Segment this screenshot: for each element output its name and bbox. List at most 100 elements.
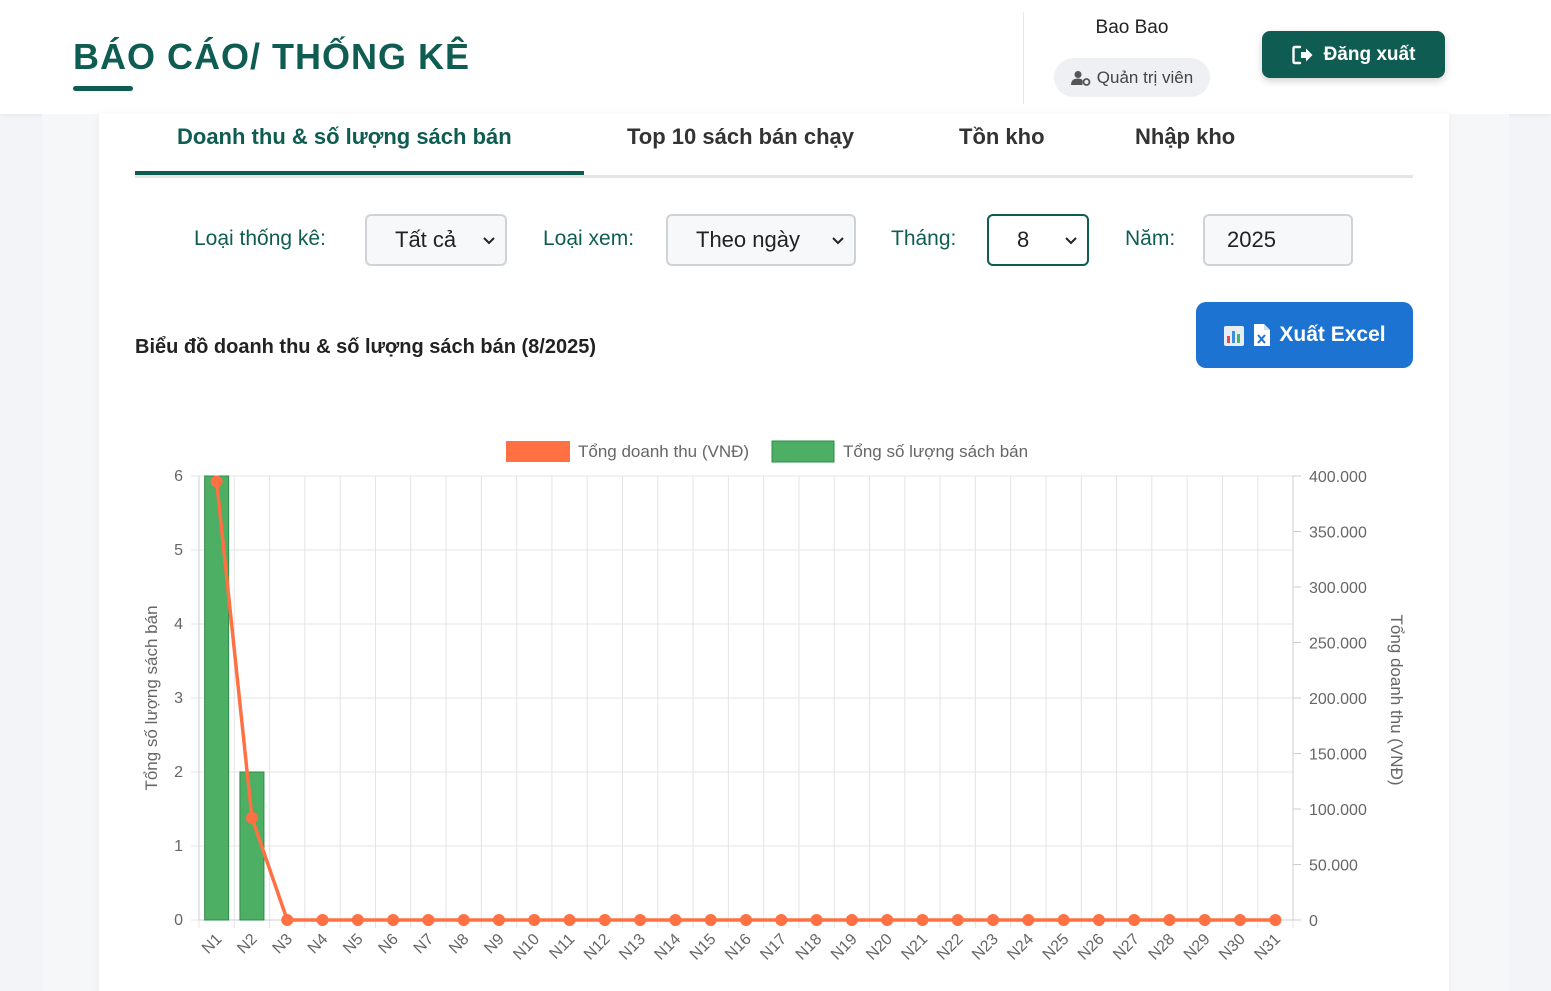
chart-icon: [1224, 326, 1245, 346]
y-right-tick-label: 100.000: [1309, 802, 1367, 819]
y-left-tick-label: 1: [174, 838, 183, 855]
revenue-point: [845, 914, 858, 926]
revenue-point: [281, 914, 294, 926]
tab-revenue-quantity[interactable]: Doanh thu & số lượng sách bán: [177, 124, 512, 150]
file-excel-icon: [1254, 324, 1271, 346]
y-right-tick-label: 350.000: [1309, 525, 1367, 542]
year-input[interactable]: 2025: [1203, 214, 1353, 266]
revenue-point: [457, 914, 470, 926]
report-tabs: Doanh thu & số lượng sách bán Top 10 sác…: [135, 114, 1413, 178]
revenue-point: [598, 914, 611, 926]
month-select[interactable]: 8: [987, 214, 1089, 266]
revenue-point: [245, 811, 258, 824]
logout-label: Đăng xuất: [1323, 43, 1416, 65]
y-left-tick-label: 3: [174, 690, 183, 707]
x-tick-label: N31: [1251, 931, 1284, 964]
x-tick-label: N12: [581, 931, 614, 964]
x-tick-label: N16: [722, 931, 755, 964]
y-right-tick-label: 250.000: [1309, 636, 1367, 653]
chevron-down-icon: [832, 237, 844, 245]
revenue-point: [881, 914, 894, 926]
y-left-tick-label: 4: [174, 616, 183, 633]
revenue-point: [210, 475, 223, 488]
month-label: Tháng:: [891, 227, 957, 250]
revenue-point: [1163, 914, 1176, 926]
revenue-point: [422, 914, 435, 926]
x-tick-label: N25: [1040, 931, 1073, 964]
stat-type-value: Tất cả: [395, 227, 457, 252]
revenue-point: [351, 914, 364, 926]
y-right-tick-label: 400.000: [1309, 469, 1367, 486]
x-tick-label: N11: [546, 931, 578, 963]
header-divider: [1023, 12, 1024, 104]
view-type-label: Loại xem:: [543, 227, 635, 250]
revenue-point: [563, 914, 576, 926]
revenue-point: [987, 914, 1000, 926]
x-tick-label: N29: [1181, 931, 1214, 964]
x-tick-label: N23: [969, 931, 1002, 964]
revenue-point: [810, 914, 823, 926]
x-tick-label: N6: [375, 931, 402, 958]
stat-type-label: Loại thống kê:: [194, 227, 326, 250]
chevron-down-icon: [483, 237, 495, 245]
logout-button[interactable]: Đăng xuất: [1262, 31, 1445, 78]
revenue-point: [669, 914, 682, 926]
title-underline: [73, 86, 133, 91]
revenue-point: [916, 914, 929, 926]
y-left-tick-label: 2: [174, 764, 183, 781]
x-tick-label: N9: [481, 931, 508, 958]
revenue-point: [492, 914, 505, 926]
tab-stock-import[interactable]: Nhập kho: [1135, 124, 1235, 150]
x-tick-label: N10: [510, 931, 543, 964]
y-left-axis-title: Tổng số lượng sách bán: [142, 605, 161, 790]
x-tick-label: N19: [828, 931, 861, 964]
revenue-point: [1057, 914, 1070, 926]
user-name: Bao Bao: [1095, 17, 1169, 38]
y-left-tick-label: 0: [174, 912, 183, 929]
view-type-value: Theo ngày: [696, 227, 800, 252]
stat-type-select[interactable]: Tất cả: [365, 214, 507, 266]
x-tick-label: N4: [305, 931, 332, 958]
x-tick-label: N22: [934, 931, 967, 964]
x-tick-label: N18: [793, 931, 826, 964]
x-tick-label: N7: [411, 931, 438, 958]
role-label: Quản trị viên: [1096, 67, 1194, 87]
y-right-tick-label: 50.000: [1309, 858, 1358, 875]
chart-heading: Biểu đồ doanh thu & số lượng sách bán (8…: [135, 336, 596, 358]
app-header: BÁO CÁO/ THỐNG KÊ Bao Bao Quản trị viên …: [0, 0, 1551, 114]
active-tab-indicator: [135, 171, 584, 175]
export-excel-button[interactable]: Xuất Excel: [1196, 302, 1413, 368]
y-right-tick-label: 150.000: [1309, 747, 1367, 764]
right-gutter: [1449, 114, 1509, 991]
x-tick-label: N15: [687, 931, 720, 964]
revenue-quantity-chart: 0 1 2 3 4 5 6 0 50.000 100.000 150.000 200.000 250.0…: [142, 440, 1406, 964]
sign-out-icon: [1291, 45, 1313, 64]
legend-swatch-quantity: [771, 440, 835, 463]
revenue-point: [1269, 914, 1282, 926]
revenue-point: [775, 914, 788, 926]
x-tick-label: N3: [270, 931, 297, 958]
year-label: Năm:: [1125, 227, 1176, 250]
revenue-point: [634, 914, 647, 926]
chevron-down-icon: [1065, 237, 1077, 245]
tab-inventory[interactable]: Tồn kho: [959, 124, 1045, 150]
x-tick-label: N26: [1075, 931, 1108, 964]
view-type-select[interactable]: Theo ngày: [666, 214, 856, 266]
tab-top-10-bestsellers[interactable]: Top 10 sách bán chạy: [627, 124, 854, 150]
x-tick-label: N5: [340, 931, 367, 958]
export-excel-label: Xuất Excel: [1279, 323, 1386, 346]
x-tick-label: N20: [863, 931, 896, 964]
x-tick-label: N2: [234, 931, 261, 958]
x-tick-label: N21: [898, 931, 931, 964]
x-tick-label: N27: [1110, 931, 1143, 964]
y-left-tick-label: 5: [174, 542, 183, 559]
revenue-point: [387, 914, 400, 926]
revenue-point: [1022, 914, 1035, 926]
x-tick-label: N17: [757, 931, 790, 964]
revenue-point: [316, 914, 329, 926]
x-tick-label: N13: [616, 931, 649, 964]
revenue-point: [1234, 914, 1247, 926]
x-tick-label: N1: [199, 931, 226, 958]
revenue-point: [528, 914, 541, 926]
x-tick-label: N30: [1216, 931, 1249, 964]
